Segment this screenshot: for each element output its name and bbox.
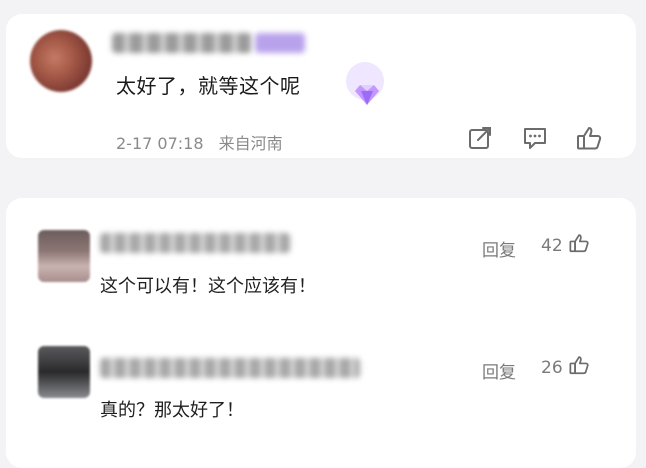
like-icon[interactable] xyxy=(575,124,603,152)
reply-button[interactable]: 回复 xyxy=(482,236,516,261)
reply-text: 这个可以有！这个应该有！ xyxy=(100,276,316,297)
username-blurred[interactable] xyxy=(100,233,290,253)
comment-icon[interactable] xyxy=(521,124,549,152)
like-icon[interactable] xyxy=(568,232,590,254)
like-count: 26 xyxy=(541,358,563,378)
username-blurred[interactable] xyxy=(100,358,360,378)
reply-button[interactable]: 回复 xyxy=(482,358,516,383)
avatar[interactable] xyxy=(38,230,90,282)
username-blurred[interactable] xyxy=(112,33,252,53)
comment-text: 太好了，就等这个呢 xyxy=(116,74,301,98)
comment-date: 2-17 07:18 xyxy=(116,134,204,153)
like-icon[interactable] xyxy=(568,354,590,376)
gem-icon xyxy=(355,85,379,105)
avatar[interactable] xyxy=(38,346,90,398)
comment-meta: 2-17 07:18 来自河南 xyxy=(116,130,293,154)
user-badge xyxy=(255,33,305,53)
reply-text: 真的？那太好了！ xyxy=(100,400,244,421)
like-count: 42 xyxy=(541,236,563,256)
share-icon[interactable] xyxy=(466,124,494,152)
comment-location: 来自河南 xyxy=(218,134,283,153)
avatar[interactable] xyxy=(30,30,92,92)
